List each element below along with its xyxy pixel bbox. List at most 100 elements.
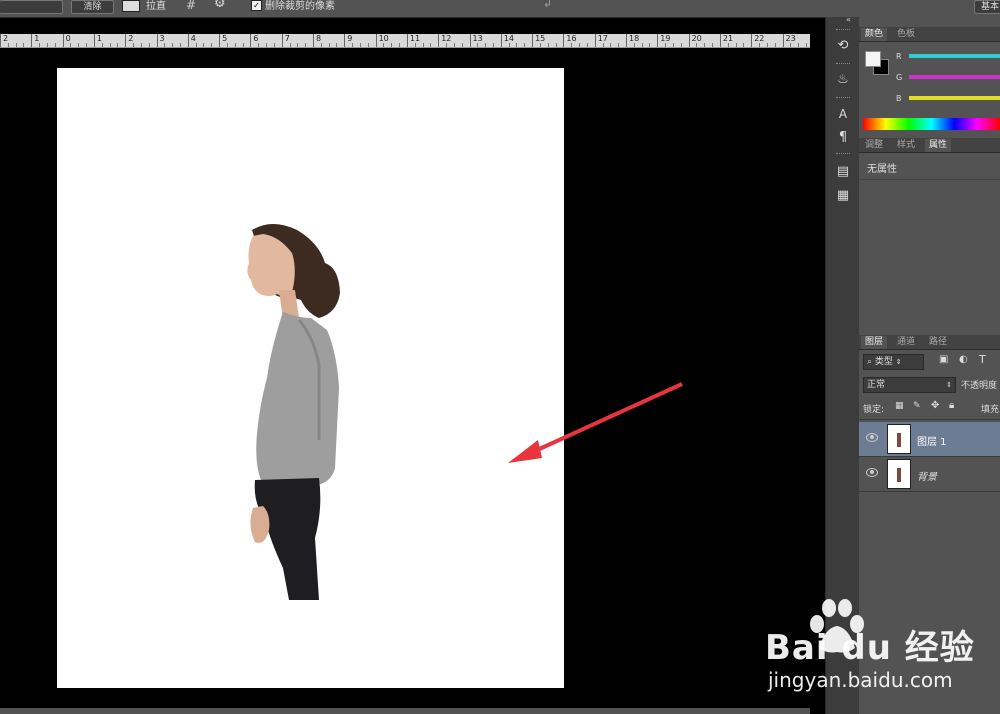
- ruler-minor-tick: [39, 43, 41, 47]
- ruler-minor-tick: [195, 43, 197, 47]
- workspace-button[interactable]: 基本: [974, 0, 1000, 14]
- clear-button[interactable]: 清除: [71, 0, 114, 14]
- ruler-label: 2: [128, 34, 134, 43]
- layer-name[interactable]: 图层 1: [917, 433, 947, 448]
- ruler-minor-tick: [54, 43, 56, 47]
- ruler-tick: [500, 34, 502, 47]
- divider: [859, 179, 1000, 180]
- blend-mode-select[interactable]: 正常 ⇕: [863, 377, 956, 393]
- ruler-label: 18: [629, 34, 640, 43]
- ruler-label: 15: [535, 34, 546, 43]
- ruler-minor-tick: [297, 43, 299, 47]
- ruler-tick: [125, 34, 127, 47]
- layer-name[interactable]: 背景: [917, 468, 937, 483]
- ruler-minor-tick: [391, 43, 393, 47]
- layer-thumbnail: [887, 459, 911, 489]
- layer-row-layer1[interactable]: 图层 1: [859, 422, 1000, 457]
- ruler-label: 2: [3, 34, 9, 43]
- tab-paths[interactable]: 路径: [925, 336, 951, 349]
- g-label: G: [896, 73, 903, 82]
- r-label: R: [896, 52, 902, 61]
- option-field[interactable]: [0, 0, 63, 14]
- paragraph-icon[interactable]: ¶: [834, 129, 852, 147]
- tab-layers[interactable]: 图层: [861, 336, 888, 349]
- ruler-tick: [344, 34, 346, 47]
- lock-label: 锁定:: [863, 405, 885, 415]
- ruler-tick: [688, 34, 690, 47]
- ruler-label: 16: [566, 34, 577, 43]
- ruler-minor-tick: [508, 43, 510, 47]
- ruler-tick: [594, 34, 596, 47]
- ruler-minor-tick: [320, 43, 322, 47]
- tab-swatches[interactable]: 色板: [893, 28, 919, 41]
- foreground-color-swatch[interactable]: [865, 51, 881, 67]
- ruler-tick: [406, 34, 408, 47]
- ruler-minor-tick: [15, 43, 17, 47]
- tab-channels[interactable]: 通道: [893, 336, 919, 349]
- g-slider[interactable]: [909, 75, 1000, 79]
- ruler-tick: [657, 34, 659, 47]
- ruler-minor-tick: [766, 43, 768, 47]
- ruler-minor-tick: [203, 43, 205, 47]
- watermark-url: jingyan.baidu.com: [768, 668, 953, 692]
- notes-icon[interactable]: ▦: [834, 187, 852, 205]
- image-filter-icon[interactable]: ▣: [939, 354, 948, 365]
- adjustment-filter-icon[interactable]: ◐: [959, 354, 968, 365]
- ruler-minor-tick: [172, 43, 174, 47]
- reset-icon[interactable]: ↲: [543, 0, 552, 10]
- gear-icon[interactable]: ⚙: [214, 0, 226, 11]
- ruler-minor-tick: [665, 43, 667, 47]
- collapse-icon[interactable]: «: [846, 15, 851, 24]
- lock-all-icon[interactable]: 🔒︎: [949, 400, 954, 411]
- delete-cropped-checkbox[interactable]: ✓: [251, 0, 262, 11]
- ruler-minor-tick: [805, 43, 807, 47]
- tab-properties[interactable]: 属性: [925, 139, 952, 152]
- ruler-tick: [31, 34, 33, 47]
- ruler-minor-tick: [430, 43, 432, 47]
- grid-overlay-icon[interactable]: #: [186, 0, 196, 12]
- ruler-label: 14: [503, 34, 514, 43]
- ruler-minor-tick: [258, 43, 260, 47]
- ruler-minor-tick: [305, 43, 307, 47]
- ruler-minor-tick: [273, 43, 275, 47]
- ruler-minor-tick: [774, 43, 776, 47]
- document-canvas[interactable]: [57, 68, 564, 688]
- ruler-minor-tick: [211, 43, 213, 47]
- r-slider[interactable]: [909, 54, 1000, 58]
- type-filter-icon[interactable]: T: [979, 353, 986, 366]
- ruler-tick: [313, 34, 314, 47]
- tab-color[interactable]: 颜色: [861, 28, 888, 41]
- character-icon[interactable]: A: [834, 105, 852, 123]
- visibility-eye-icon[interactable]: [866, 433, 878, 442]
- ruler-minor-tick: [414, 43, 416, 47]
- ruler-minor-tick: [759, 43, 761, 47]
- ruler-label: 13: [472, 34, 483, 43]
- ruler-minor-tick: [46, 43, 48, 47]
- ruler-label: 0: [65, 34, 71, 43]
- tab-styles[interactable]: 样式: [893, 139, 919, 152]
- ruler-minor-tick: [336, 43, 338, 47]
- lock-position-icon[interactable]: ✥: [931, 400, 939, 411]
- ruler-minor-tick: [649, 43, 651, 47]
- ruler-tick: [250, 34, 252, 47]
- ruler-minor-tick: [461, 43, 463, 47]
- layer-comps-icon[interactable]: ▤: [834, 163, 852, 181]
- brush-preset-icon[interactable]: ♨: [834, 71, 852, 89]
- history-icon[interactable]: ⟲: [834, 37, 852, 55]
- layer-filter-select[interactable]: ⌕ 类型 ⇕: [863, 354, 924, 370]
- ruler-minor-tick: [242, 43, 244, 47]
- straighten-icon[interactable]: [122, 0, 140, 12]
- visibility-eye-icon[interactable]: [866, 468, 878, 477]
- ruler-label: 7: [284, 34, 290, 43]
- horizontal-ruler[interactable]: 2 1 0 1 2 3 4 5 6 7 8 9 10 11 12 13 14 15 16 17 18 19 20 21 22 23: [0, 34, 810, 48]
- lock-brush-icon[interactable]: ✎: [913, 401, 921, 411]
- ruler-tick: [93, 34, 95, 47]
- ruler-minor-tick: [117, 43, 119, 47]
- layer-row-background[interactable]: 背景: [859, 457, 1000, 492]
- tab-adjustments[interactable]: 调整: [861, 139, 887, 152]
- color-spectrum[interactable]: [863, 118, 1000, 130]
- b-slider[interactable]: [909, 96, 1000, 100]
- ruler-minor-tick: [399, 43, 401, 47]
- ruler-minor-tick: [602, 43, 604, 47]
- lock-pixels-icon[interactable]: ▦: [895, 401, 904, 411]
